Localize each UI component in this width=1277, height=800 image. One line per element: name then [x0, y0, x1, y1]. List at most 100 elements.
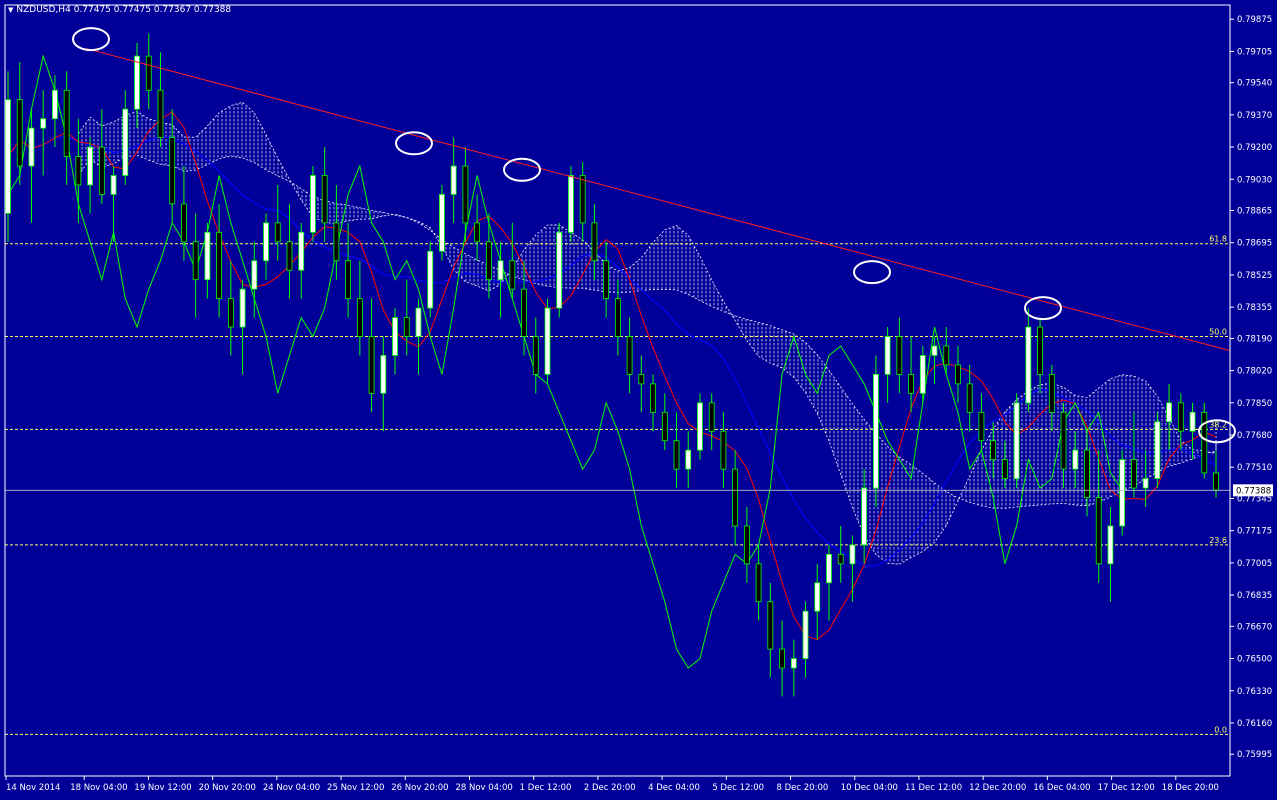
time-tick-label: 18 Nov 04:00 — [70, 783, 127, 793]
candle-body — [1189, 411, 1196, 432]
price-tick-label: 0.77680 — [1237, 431, 1272, 441]
candle-body — [779, 648, 785, 669]
candle-body — [1072, 449, 1079, 470]
resistance-trendline — [85, 48, 1231, 352]
highlight-circle — [72, 27, 110, 52]
candle-body — [532, 336, 539, 375]
candle-body — [216, 231, 223, 300]
candle-body — [356, 298, 363, 337]
candle-body — [439, 194, 445, 252]
candle-body — [169, 137, 176, 205]
candle-body — [626, 336, 633, 375]
candle-body — [181, 203, 187, 243]
candle-body — [931, 345, 938, 356]
candle-body — [685, 449, 692, 470]
candle-body — [286, 241, 293, 271]
candle-body — [1107, 525, 1114, 565]
time-tick-label: 4 Dec 04:00 — [648, 783, 700, 793]
chart-window[interactable]: 61.8 50.0 38.2 23.6 0.0 0.79875 0.79705 0.7954… — [0, 0, 1277, 800]
candle-body — [263, 222, 269, 262]
price-tick-label: 0.77005 — [1237, 559, 1272, 569]
price-tick-label: 0.78190 — [1237, 334, 1272, 344]
current-price-label: 0.77388 — [1236, 486, 1271, 496]
candle-body — [1166, 402, 1172, 423]
time-tick-label: 2 Dec 20:00 — [584, 783, 636, 793]
candle-body — [826, 553, 832, 584]
candle-body — [556, 231, 563, 309]
candle-body — [333, 222, 340, 262]
candle-body — [392, 317, 398, 356]
price-tick-label: 0.76670 — [1237, 622, 1272, 632]
candle-body — [380, 355, 387, 394]
candle-body — [368, 336, 375, 394]
candle-body — [204, 231, 211, 281]
candle-body — [697, 402, 703, 451]
price-tick-label: 0.79540 — [1237, 79, 1272, 89]
candle-body — [849, 544, 856, 565]
candle-body — [274, 222, 281, 243]
candle-body — [579, 175, 586, 224]
candle-body — [943, 345, 950, 366]
candle-body — [98, 146, 105, 195]
time-tick-label: 24 Nov 04:00 — [263, 783, 320, 793]
fib-label: 50.0 — [1209, 328, 1227, 337]
candle-body — [1060, 411, 1067, 470]
candlesticks — [5, 33, 1219, 697]
price-tick-label: 0.79030 — [1237, 175, 1272, 185]
price-tick-label: 0.79875 — [1237, 15, 1272, 25]
candle-body — [896, 336, 903, 375]
candle-body — [28, 127, 35, 167]
candle-body — [861, 487, 868, 546]
price-tick-label: 0.78865 — [1237, 207, 1272, 217]
price-tick-label: 0.78695 — [1237, 239, 1272, 249]
dropdown-arrow-icon[interactable]: ▼ — [8, 6, 13, 14]
candle-body — [1213, 472, 1219, 491]
candle-body — [720, 430, 727, 470]
candle-body — [145, 55, 152, 91]
highlight-circle — [1024, 296, 1062, 321]
candle-body — [955, 364, 961, 385]
candle-body — [1201, 411, 1208, 474]
candle-body — [75, 156, 82, 186]
candle-body — [192, 241, 199, 281]
candle-body — [5, 99, 11, 214]
candle-body — [650, 383, 656, 413]
price-tick-label: 0.75995 — [1237, 750, 1272, 760]
time-tick-label: 20 Nov 20:00 — [199, 783, 256, 793]
fib-label: 61.8 — [1209, 235, 1227, 244]
time-tick-label: 1 Dec 12:00 — [520, 783, 572, 793]
candle-body — [872, 373, 879, 489]
candle-body — [614, 298, 621, 337]
candle-body — [251, 260, 258, 290]
price-tick-label: 0.76500 — [1237, 655, 1272, 665]
tenkan-line — [7, 111, 1217, 641]
candle-body — [239, 288, 246, 328]
candle-body — [661, 411, 668, 442]
candle-body — [884, 336, 891, 375]
time-tick-label: 10 Dec 04:00 — [841, 783, 898, 793]
candle-body — [462, 165, 469, 224]
candle-body — [837, 553, 844, 565]
time-tick-label: 19 Nov 12:00 — [134, 783, 191, 793]
candle-body — [1001, 459, 1008, 479]
time-tick-label: 28 Nov 04:00 — [455, 783, 512, 793]
candle-body — [1142, 478, 1149, 489]
candle-body — [298, 231, 305, 271]
time-tick-label: 26 Nov 20:00 — [391, 783, 448, 793]
price-tick-label: 0.79370 — [1237, 111, 1272, 121]
price-chart[interactable]: 61.850.038.223.60.0 0.798750.797050.7954… — [0, 0, 1277, 800]
candle-body — [591, 222, 598, 262]
candle-body — [1095, 497, 1102, 565]
candle-body — [509, 260, 516, 290]
candle-body — [415, 307, 422, 337]
trendline-layer[interactable] — [85, 48, 1231, 352]
fib-label: 0.0 — [1214, 725, 1227, 734]
chart-header: ▼ NZDUSD,H4 0.77475 0.77475 0.77367 0.773… — [8, 5, 231, 15]
time-tick-label: 5 Dec 12:00 — [712, 783, 764, 793]
candle-body — [497, 260, 504, 281]
candle-body — [919, 355, 926, 394]
candle-body — [1037, 326, 1043, 375]
time-tick-label: 25 Nov 12:00 — [327, 783, 384, 793]
ohlc-values: 0.77475 0.77475 0.77367 0.77388 — [73, 5, 232, 15]
time-tick-label: 14 Nov 2014 — [6, 783, 60, 793]
